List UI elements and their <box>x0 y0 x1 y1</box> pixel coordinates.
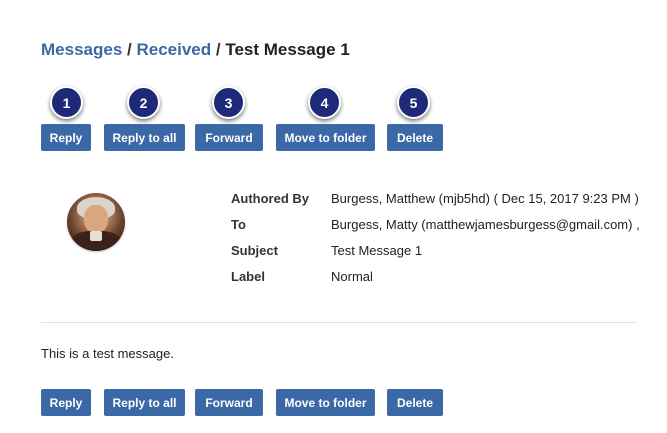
move-to-folder-button[interactable]: Move to folder <box>276 389 375 416</box>
to-value: Burgess, Matty (matthewjamesburgess@gmai… <box>331 217 640 232</box>
avatar-face <box>84 205 108 233</box>
message-body: This is a test message. <box>41 346 174 361</box>
breadcrumb-separator: / <box>127 40 132 59</box>
avatar-collar <box>90 231 102 241</box>
authored-by-value: Burgess, Matthew (mjb5hd) ( Dec 15, 2017… <box>331 191 639 206</box>
breadcrumb-received-link[interactable]: Received <box>136 40 211 59</box>
reply-all-button[interactable]: Reply to all <box>104 389 185 416</box>
authored-by-label: Authored By <box>231 191 309 206</box>
forward-button[interactable]: Forward <box>195 389 263 416</box>
step-marker-3: 3 <box>212 86 245 119</box>
breadcrumb: Messages / Received / Test Message 1 <box>41 40 350 60</box>
avatar <box>67 193 125 251</box>
subject-value: Test Message 1 <box>331 243 423 258</box>
step-marker-4: 4 <box>308 86 341 119</box>
delete-button[interactable]: Delete <box>387 124 443 151</box>
page-title: Test Message 1 <box>225 40 350 59</box>
reply-button[interactable]: Reply <box>41 124 91 151</box>
label-label: Label <box>231 269 265 284</box>
step-marker-5: 5 <box>397 86 430 119</box>
bottom-toolbar: Reply Reply to all Forward Move to folde… <box>0 389 667 416</box>
step-marker-1: 1 <box>50 86 83 119</box>
delete-button[interactable]: Delete <box>387 389 443 416</box>
divider <box>41 322 637 323</box>
subject-label: Subject <box>231 243 278 258</box>
step-markers: 1 2 3 4 5 <box>0 86 667 120</box>
breadcrumb-messages-link[interactable]: Messages <box>41 40 122 59</box>
breadcrumb-separator: / <box>215 40 221 59</box>
label-value: Normal <box>331 269 373 284</box>
move-to-folder-button[interactable]: Move to folder <box>276 124 375 151</box>
to-label: To <box>231 217 246 232</box>
reply-button[interactable]: Reply <box>41 389 91 416</box>
top-toolbar: Reply Reply to all Forward Move to folde… <box>0 124 667 151</box>
forward-button[interactable]: Forward <box>195 124 263 151</box>
step-marker-2: 2 <box>127 86 160 119</box>
reply-all-button[interactable]: Reply to all <box>104 124 185 151</box>
